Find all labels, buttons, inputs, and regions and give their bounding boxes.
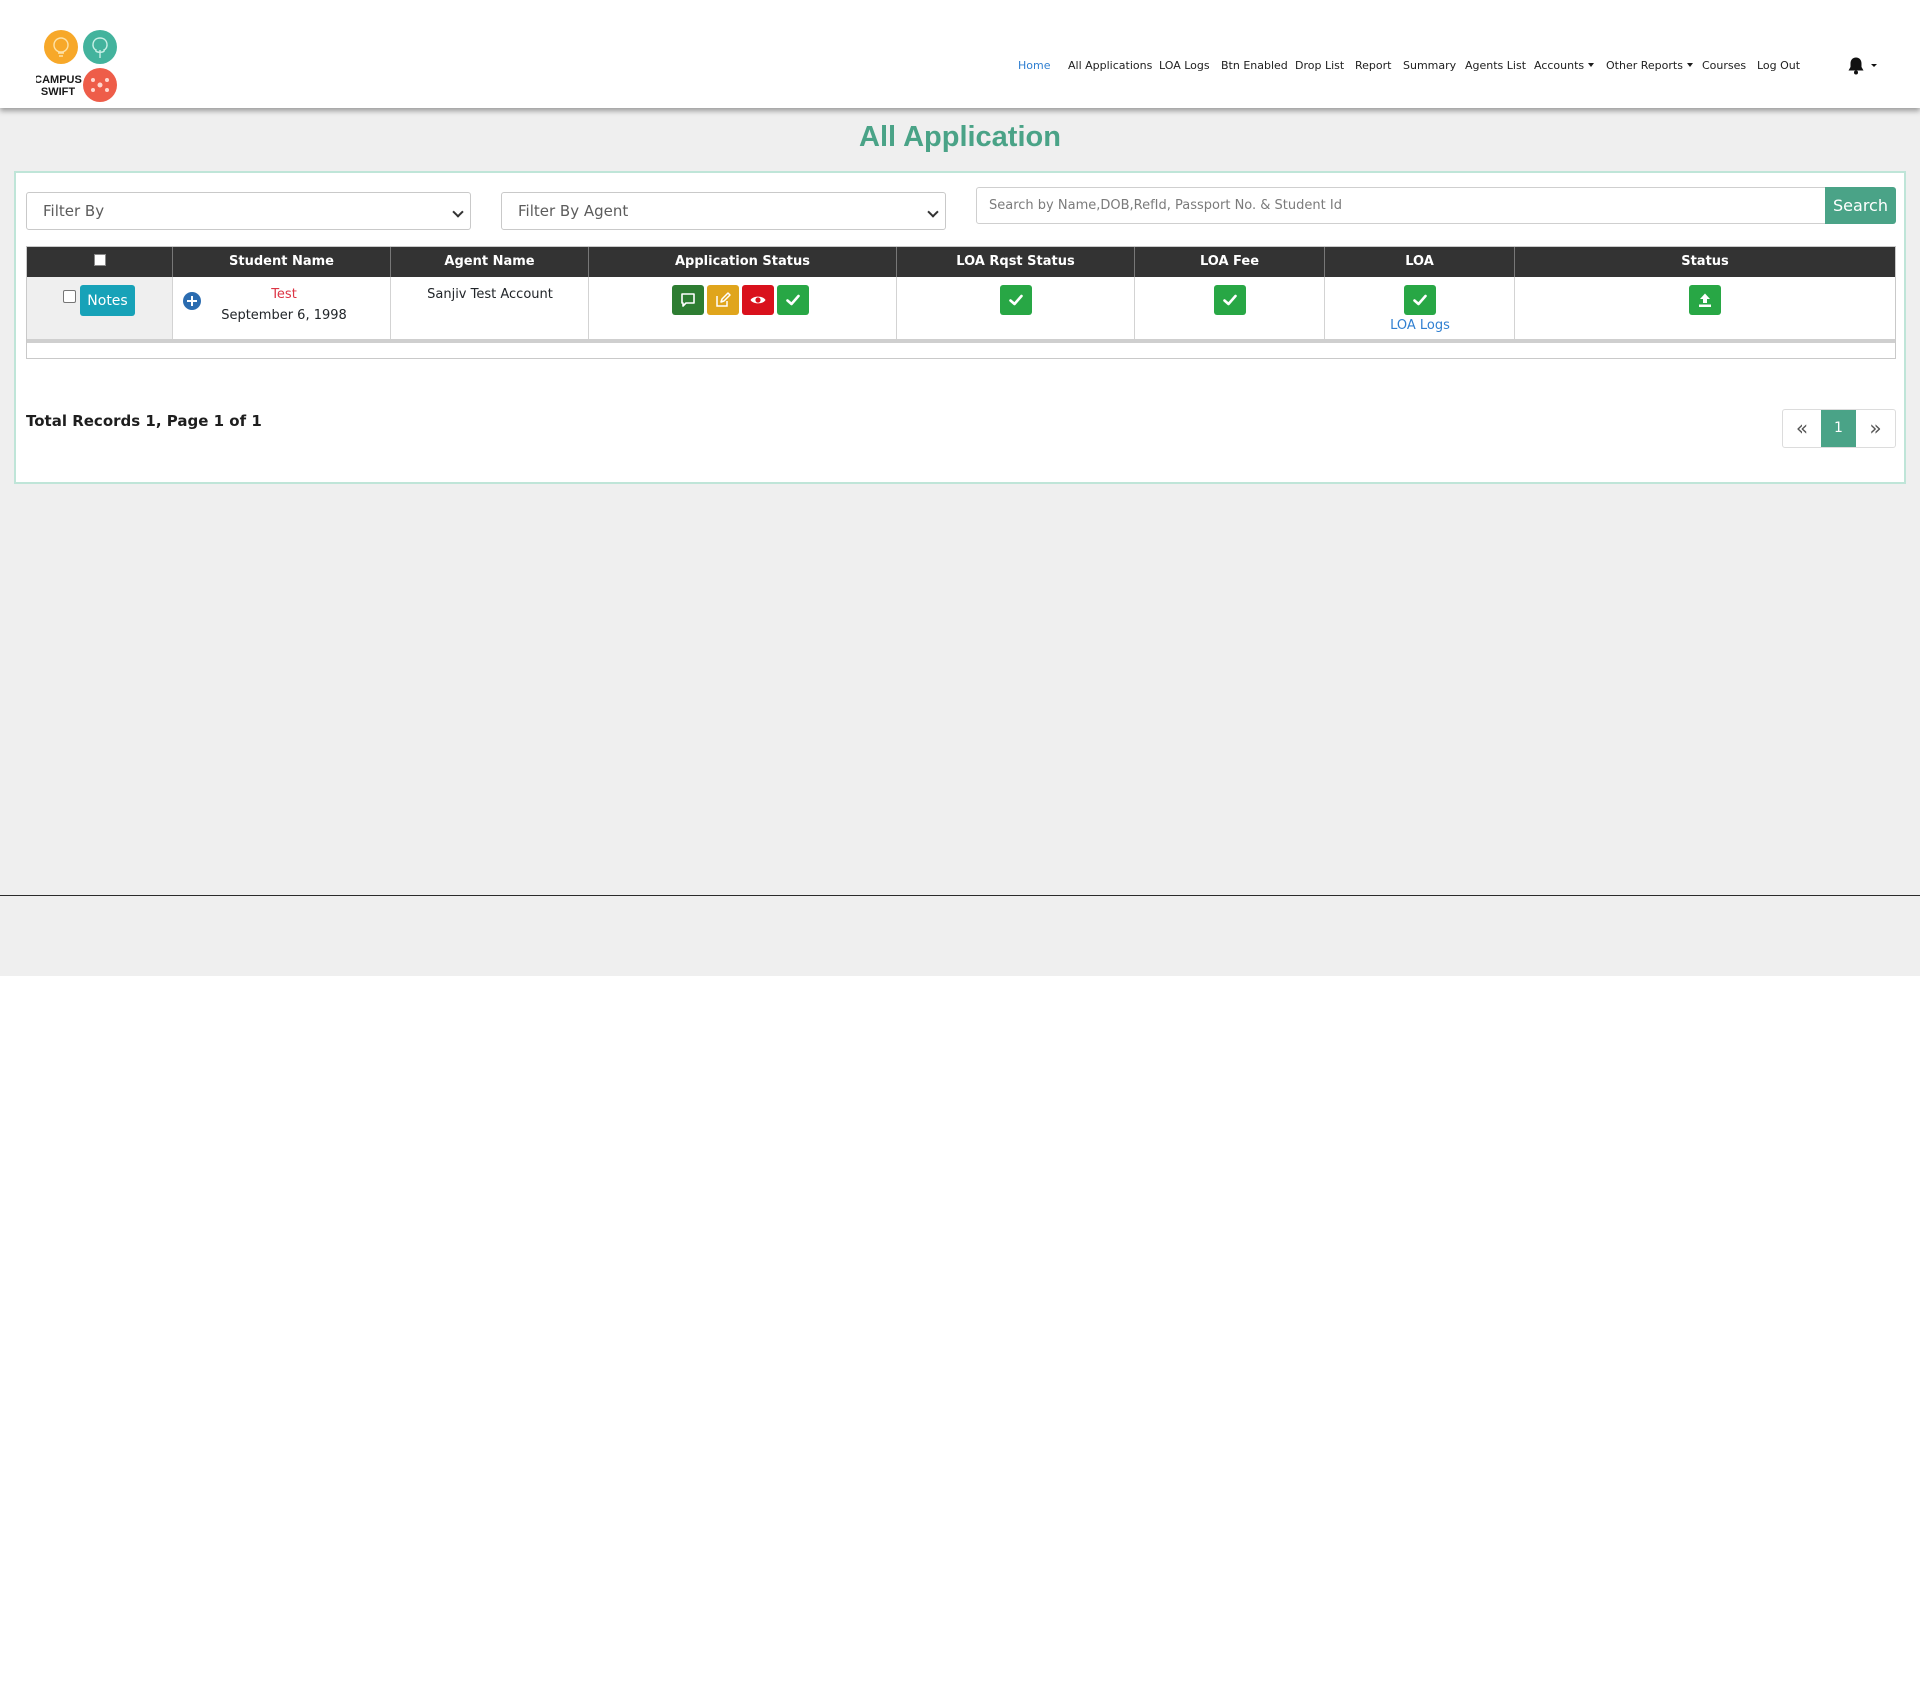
nav-report[interactable]: Report <box>1355 56 1391 76</box>
footer-divider <box>0 895 1920 896</box>
nav-summary[interactable]: Summary <box>1403 56 1456 76</box>
loa-button[interactable] <box>1404 285 1436 315</box>
check-icon <box>786 294 800 306</box>
filter-by-value: Filter By <box>43 202 105 220</box>
nav-loa-logs[interactable]: LOA Logs <box>1159 56 1210 76</box>
search-input[interactable] <box>976 187 1826 224</box>
col-loa[interactable]: LOA <box>1324 247 1514 277</box>
edit-icon <box>716 292 731 307</box>
chevron-down-icon <box>452 206 464 218</box>
next-page-button[interactable]: » <box>1856 410 1895 447</box>
nav-accounts-label: Accounts <box>1534 59 1585 72</box>
application-status-cell <box>588 277 896 339</box>
check-icon <box>1413 294 1427 306</box>
nav-log-out[interactable]: Log Out <box>1757 56 1800 76</box>
pagination: « 1 » <box>1782 409 1896 448</box>
agent-name-cell: Sanjiv Test Account <box>390 277 588 339</box>
top-navbar: CAMPUS SWIFT Home All Applications LOA L… <box>0 0 1920 108</box>
upload-button[interactable] <box>1689 285 1721 315</box>
prev-page-button[interactable]: « <box>1783 410 1821 447</box>
filter-by-agent-select[interactable]: Filter By Agent <box>501 192 946 230</box>
check-icon <box>1223 294 1237 306</box>
loa-rqst-status-button[interactable] <box>1000 285 1032 315</box>
nav-accounts-dropdown[interactable]: Accounts <box>1534 56 1595 76</box>
page-1-button[interactable]: 1 <box>1821 410 1856 447</box>
nav-all-applications[interactable]: All Applications <box>1068 56 1152 76</box>
comment-button[interactable] <box>672 285 704 315</box>
comment-icon <box>681 293 695 307</box>
approve-button[interactable] <box>777 285 809 315</box>
nav-courses[interactable]: Courses <box>1702 56 1746 76</box>
loa-rqst-status-cell <box>896 277 1134 339</box>
col-loa-fee[interactable]: LOA Fee <box>1134 247 1324 277</box>
nav-agents-list[interactable]: Agents List <box>1465 56 1526 76</box>
eye-icon <box>750 296 766 304</box>
page-title: All Application <box>859 121 1061 153</box>
select-all-header <box>27 247 172 277</box>
chevron-down-icon <box>927 206 939 218</box>
upload-icon <box>1699 293 1711 307</box>
table-row: Notes Test September 6, 1998 Sanjiv Test… <box>27 277 1895 343</box>
filter-by-agent-value: Filter By Agent <box>518 202 629 220</box>
applications-panel: Filter By Filter By Agent Search Student… <box>14 171 1906 484</box>
loa-fee-cell <box>1134 277 1324 339</box>
col-application-status[interactable]: Application Status <box>588 247 896 277</box>
loa-cell: LOA Logs <box>1324 277 1514 339</box>
notifications-dropdown[interactable] <box>1846 56 1882 76</box>
nav-other-reports-dropdown[interactable]: Other Reports <box>1606 56 1693 76</box>
agent-name: Sanjiv Test Account <box>427 287 553 302</box>
select-cell: Notes <box>27 277 172 339</box>
row-checkbox[interactable] <box>63 290 76 303</box>
loa-fee-button[interactable] <box>1214 285 1246 315</box>
main-nav: Home All Applications LOA Logs Btn Enabl… <box>0 56 1920 78</box>
check-icon <box>1009 294 1023 306</box>
notes-button[interactable]: Notes <box>80 285 135 316</box>
student-dob: September 6, 1998 <box>221 308 347 323</box>
caret-down-icon <box>1588 63 1595 67</box>
nav-btn-enabled[interactable]: Btn Enabled <box>1221 56 1288 76</box>
nav-home[interactable]: Home <box>1018 56 1050 76</box>
col-status[interactable]: Status <box>1514 247 1895 277</box>
student-name-cell: Test September 6, 1998 <box>172 277 390 339</box>
search-button[interactable]: Search <box>1825 187 1896 224</box>
edit-button[interactable] <box>707 285 739 315</box>
bell-icon <box>1848 57 1877 75</box>
table-header: Student Name Agent Name Application Stat… <box>27 247 1895 277</box>
view-button[interactable] <box>742 285 774 315</box>
status-cell <box>1514 277 1895 339</box>
nav-drop-list[interactable]: Drop List <box>1295 56 1344 76</box>
filter-by-select[interactable]: Filter By <box>26 192 471 230</box>
total-records: Total Records 1, Page 1 of 1 <box>26 412 262 430</box>
student-name-link[interactable]: Test <box>173 287 395 302</box>
applications-table: Student Name Agent Name Application Stat… <box>26 246 1896 359</box>
col-loa-rqst-status[interactable]: LOA Rqst Status <box>896 247 1134 277</box>
caret-down-icon <box>1686 63 1693 67</box>
col-student-name[interactable]: Student Name <box>172 247 390 277</box>
nav-other-reports-label: Other Reports <box>1606 59 1683 72</box>
loa-logs-link[interactable]: LOA Logs <box>1325 318 1515 333</box>
col-agent-name[interactable]: Agent Name <box>390 247 588 277</box>
logo-text-swift: SWIFT <box>41 86 75 98</box>
select-all-checkbox[interactable] <box>93 254 106 266</box>
